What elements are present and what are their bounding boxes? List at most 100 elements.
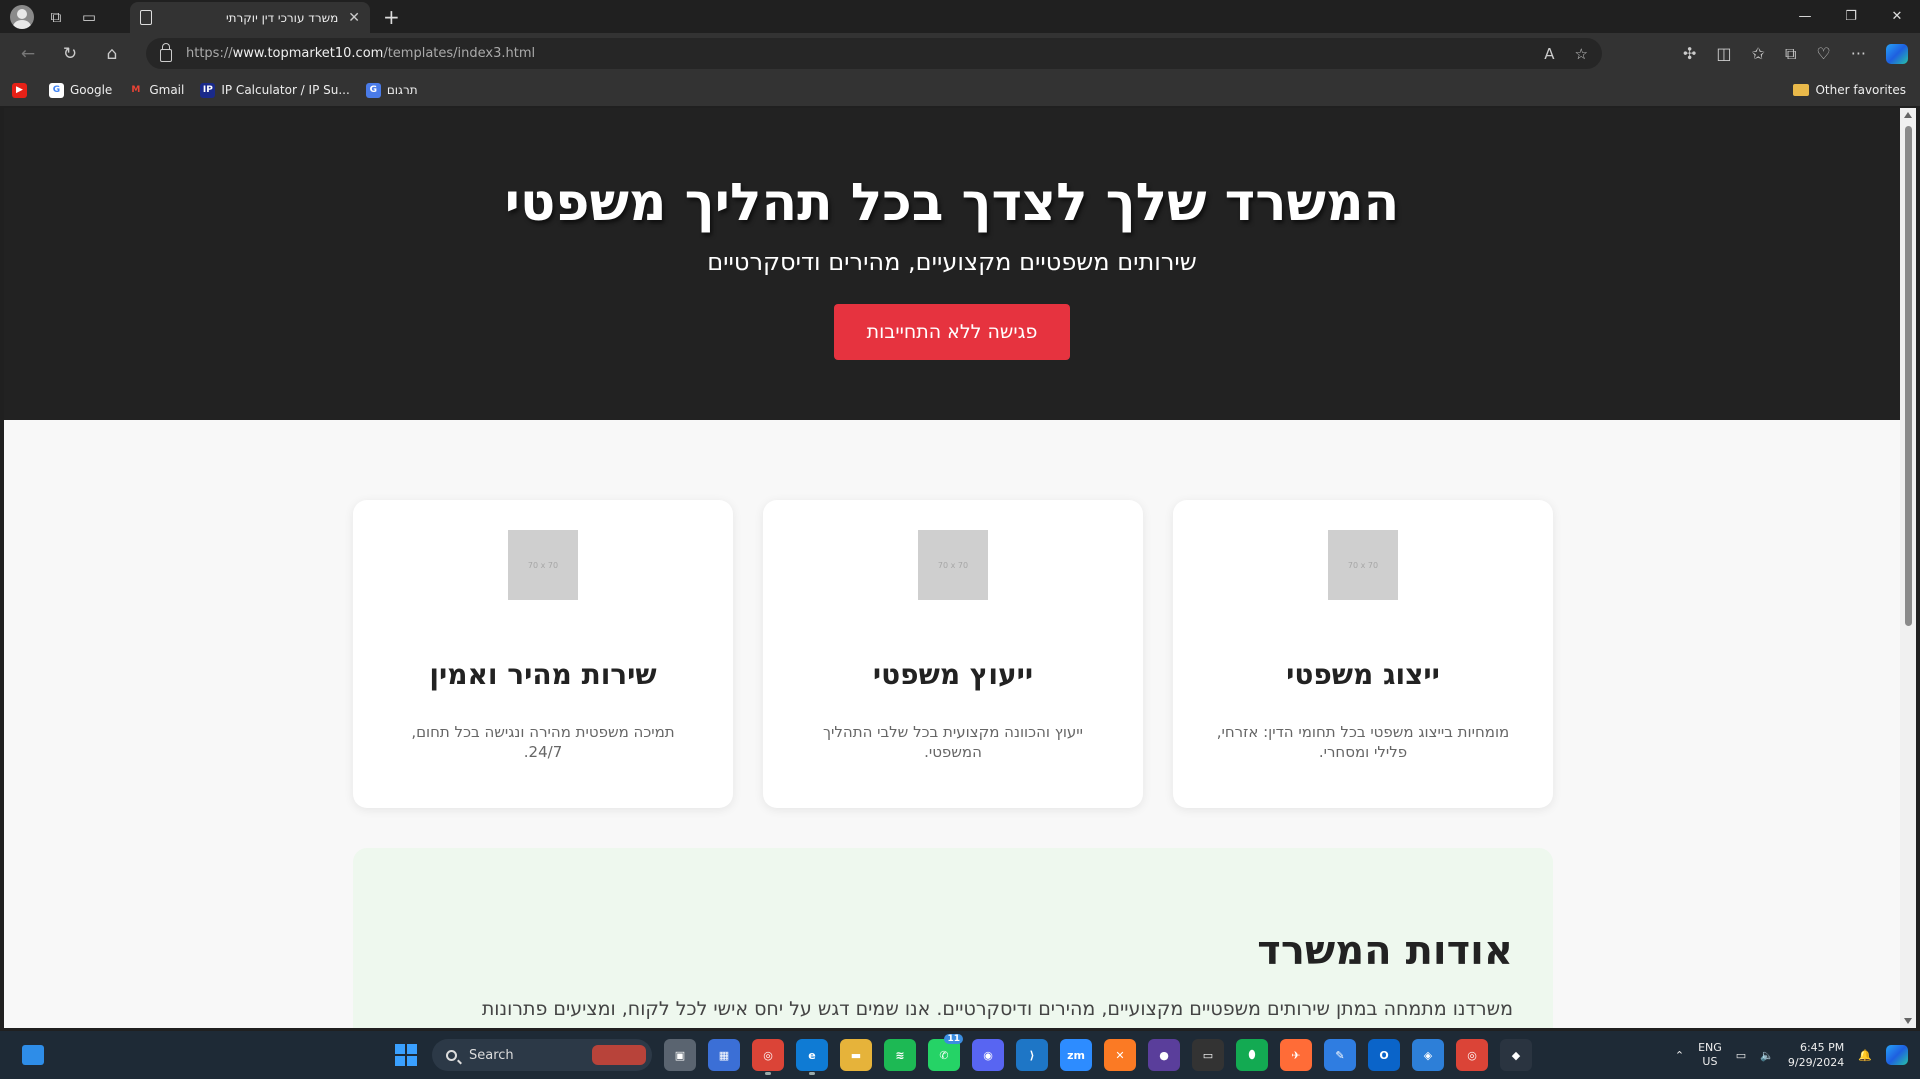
date-text: 9/29/2024 [1787, 1056, 1845, 1069]
address-bar[interactable]: https://www.topmarket10.com/templates/in… [146, 38, 1602, 69]
collections-icon[interactable]: ⧉ [1785, 44, 1796, 64]
app-extra-icon[interactable]: ◆ [1500, 1039, 1532, 1071]
service-card-representation: 70 x 70 ייצוג משפטי מומחיות בייצוג משפטי… [1173, 500, 1553, 808]
page-scrollbar[interactable] [1900, 108, 1916, 1028]
chrome-icon[interactable]: ◎ [752, 1039, 784, 1075]
close-window-icon[interactable]: ✕ [1874, 0, 1920, 33]
read-aloud-icon[interactable]: A [1544, 45, 1554, 63]
edge-icon[interactable]: e [796, 1039, 828, 1075]
postman-icon[interactable]: ✈ [1280, 1039, 1312, 1071]
card-text: ייעוץ והכוונה מקצועית בכל שלבי התהליך המ… [822, 723, 1084, 761]
hero-title: המשרד שלך לצדך בכל תהליך משפטי [504, 173, 1400, 233]
browser-essentials-icon[interactable]: ♡ [1816, 44, 1830, 63]
service-card-consulting: 70 x 70 ייעוץ משפטי ייעוץ והכוונה מקצועי… [763, 500, 1143, 808]
zoom-icon[interactable]: zm [1060, 1039, 1092, 1071]
volume-icon[interactable]: 🔈 [1760, 1049, 1774, 1062]
favorite-ip-calculator[interactable]: IP IP Calculator / IP Su... [200, 82, 350, 98]
time-text: 6:45 PM [1799, 1041, 1845, 1054]
hero-subtitle: שירותים משפטיים מקצועיים, מהירים ודיסקרט… [707, 248, 1197, 276]
more-menu-icon[interactable]: ··· [1851, 44, 1866, 63]
tray-chevron-icon[interactable]: ⌃ [1675, 1049, 1684, 1062]
store-icon[interactable]: ▦ [708, 1039, 740, 1071]
chrome-dev-icon[interactable]: ◎ [1456, 1039, 1488, 1071]
outlook-icon[interactable]: O [1368, 1039, 1400, 1071]
favorite-google[interactable]: G Google [49, 82, 113, 98]
favorites-bar: ▶ G Google M Gmail IP IP Calculator / IP… [0, 74, 1920, 106]
favorite-label: Google [70, 83, 113, 97]
lang-region: US [1702, 1055, 1718, 1068]
gmail-icon: M [131, 85, 141, 95]
page-viewport: המשרד שלך לצדך בכל תהליך משפטי שירותים מ… [4, 108, 1900, 1028]
lock-icon[interactable] [160, 43, 172, 62]
favorite-youtube[interactable]: ▶ [12, 82, 33, 98]
terminal-icon[interactable]: ▭ [1192, 1039, 1224, 1071]
url-text[interactable]: https://www.topmarket10.com/templates/in… [186, 46, 535, 61]
start-button[interactable] [395, 1044, 417, 1066]
copilot-taskbar-icon[interactable] [1886, 1045, 1908, 1065]
spotify-icon[interactable]: ≋ [884, 1039, 916, 1071]
google-icon: G [49, 82, 64, 98]
window-controls: — ❐ ✕ [1782, 0, 1920, 33]
favorite-label: תרגום [386, 83, 418, 97]
back-icon[interactable]: ← [14, 40, 42, 68]
hero-section: המשרד שלך לצדך בכל תהליך משפטי שירותים מ… [4, 108, 1900, 420]
notepad-icon[interactable]: ✎ [1324, 1039, 1356, 1071]
notifications-icon[interactable]: 🔔 [1858, 1049, 1872, 1062]
split-screen-icon[interactable]: ◫ [1716, 44, 1731, 63]
new-tab-button[interactable]: + [383, 5, 400, 29]
favorite-translate[interactable]: G תרגום [365, 82, 418, 98]
whatsapp-icon[interactable]: ✆ 11 [928, 1034, 963, 1071]
other-favorites[interactable]: Other favorites [1793, 74, 1906, 106]
search-highlight-icon [592, 1045, 646, 1065]
card-title: שירות מהיר ואמין [429, 658, 657, 691]
network-icon[interactable]: ▭ [1736, 1049, 1746, 1062]
minimize-icon[interactable]: — [1782, 0, 1828, 33]
favorite-star-icon[interactable]: ☆ [1575, 45, 1588, 63]
language-indicator[interactable]: ENG US [1698, 1041, 1722, 1069]
vscode-icon[interactable]: ⟩ [1016, 1039, 1048, 1071]
xampp-icon[interactable]: ✕ [1104, 1039, 1136, 1071]
favorite-label: IP Calculator / IP Su... [221, 83, 350, 97]
card-text: תמיכה משפטית מהירה ונגישה בכל תחום, 24/7… [411, 723, 675, 761]
other-favorites-label: Other favorites [1815, 83, 1906, 97]
favorite-label: Gmail [149, 83, 185, 97]
system-tray: ⌃ ENG US ▭ 🔈 6:45 PM 9/29/2024 🔔 [1675, 1031, 1908, 1079]
translate-icon: G [365, 82, 381, 98]
clock[interactable]: 6:45 PM 9/29/2024 [1788, 1040, 1844, 1070]
cta-button[interactable]: פגישה ללא התחייבות [834, 304, 1070, 360]
close-tab-icon[interactable]: ✕ [348, 10, 360, 26]
taskbar-search[interactable]: Search [432, 1039, 652, 1071]
about-title: אודות המשרד [1257, 928, 1513, 974]
favorites-icon[interactable]: ✩ [1752, 44, 1765, 63]
about-section: אודות המשרד משרדנו מתמחה במתן שירותים מש… [353, 848, 1553, 1028]
scroll-up-icon[interactable] [1904, 112, 1912, 118]
file-explorer-icon[interactable]: ▬ [840, 1039, 872, 1071]
card-text: מומחיות בייצוג משפטי בכל תחומי הדין: אזר… [1216, 723, 1510, 761]
profile-avatar-icon[interactable] [10, 4, 34, 29]
refresh-icon[interactable]: ↻ [56, 40, 84, 68]
mongodb-icon[interactable]: ⬮ [1236, 1039, 1268, 1071]
taskbar-apps: ▣ ▦ ◎ e ▬ ≋ ✆ 11 ◉ ⟩ zm ✕ ● ▭ ⬮ ✈ ✎ O ◈ ◎… [664, 1034, 1532, 1075]
compass-icon[interactable]: ◈ [1412, 1039, 1444, 1071]
placeholder-image: 70 x 70 [508, 530, 578, 600]
extensions-icon[interactable]: ✣ [1683, 44, 1696, 63]
copilot-icon[interactable] [1886, 43, 1908, 64]
tab-title: משרד עורכי דין יוקרתי [225, 10, 339, 25]
home-icon[interactable]: ⌂ [98, 40, 126, 68]
restore-icon[interactable]: ❐ [1828, 0, 1874, 33]
notification-badge: 11 [944, 1034, 963, 1044]
tab-actions-icon[interactable]: ▭ [78, 6, 100, 28]
card-title: ייעוץ משפטי [872, 658, 1034, 691]
widgets-icon[interactable] [22, 1045, 44, 1065]
browser-toolbar: ← ↻ ⌂ https://www.topmarket10.com/templa… [0, 33, 1920, 74]
placeholder-image: 70 x 70 [918, 530, 988, 600]
discord-icon[interactable]: ◉ [972, 1039, 1004, 1071]
github-icon[interactable]: ● [1148, 1039, 1180, 1071]
active-tab[interactable]: משרד עורכי דין יוקרתי ✕ [130, 2, 370, 33]
scroll-down-icon[interactable] [1904, 1018, 1912, 1024]
workspaces-icon[interactable]: ⧉ [45, 6, 67, 28]
favorite-gmail[interactable]: M Gmail [128, 83, 184, 98]
about-text: משרדנו מתמחה במתן שירותים משפטיים מקצועי… [481, 998, 1513, 1020]
scrollbar-thumb[interactable] [1905, 126, 1912, 626]
task-view-icon[interactable]: ▣ [664, 1039, 696, 1071]
